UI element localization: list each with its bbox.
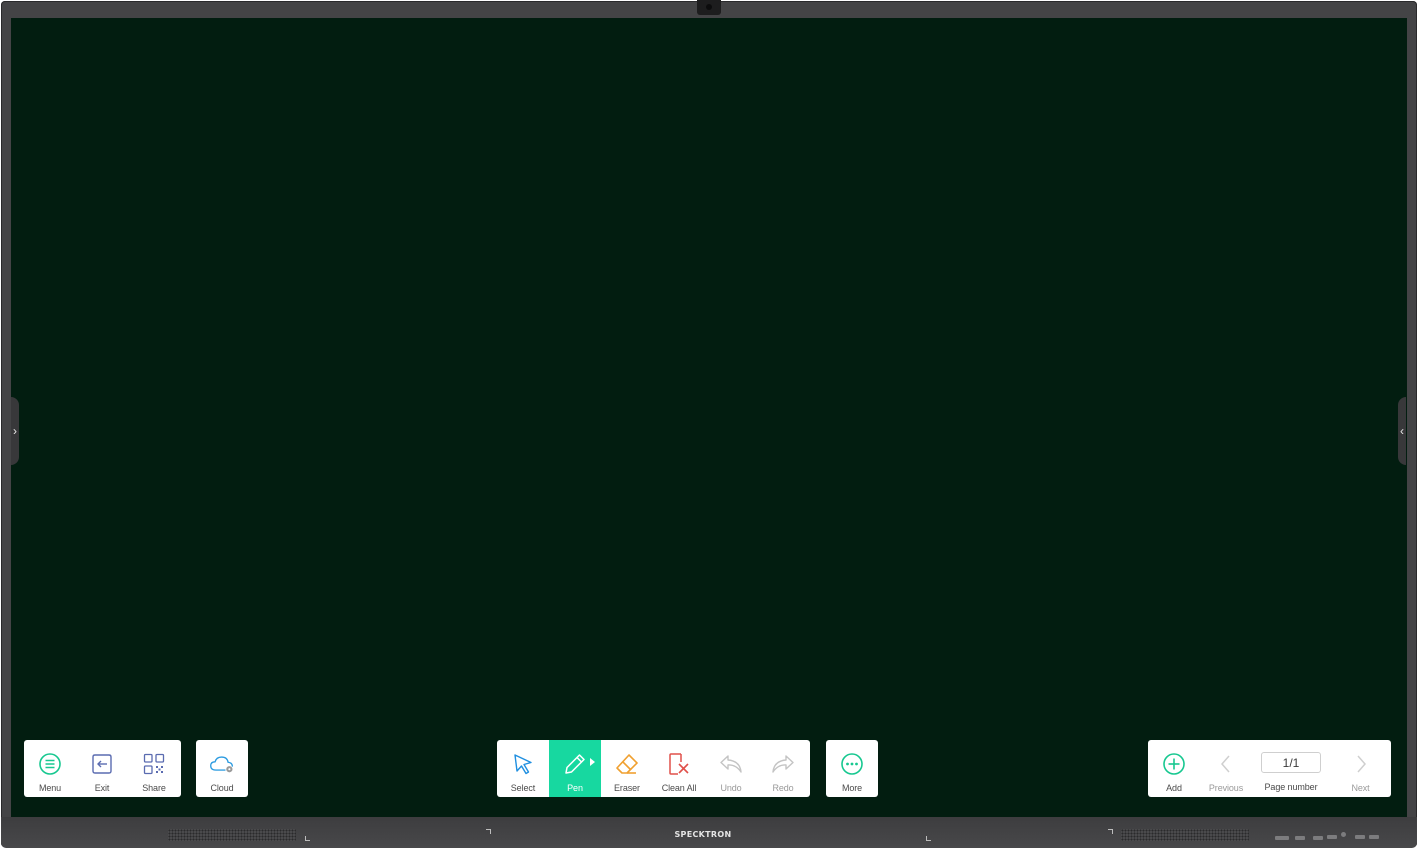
redo-label: Redo bbox=[772, 783, 794, 793]
chevron-right-icon bbox=[1348, 751, 1374, 777]
pen-tool-button[interactable]: Pen bbox=[549, 740, 601, 797]
cloud-toolbar: Cloud bbox=[196, 740, 248, 797]
hdmi-port bbox=[1295, 836, 1305, 840]
undo-icon bbox=[718, 751, 744, 777]
clean-all-label: Clean All bbox=[661, 783, 697, 793]
page-toolbar: Add Previous 1/1 Page number Next bbox=[1148, 740, 1391, 797]
more-toolbar: More bbox=[826, 740, 878, 797]
redo-icon bbox=[770, 751, 796, 777]
share-button[interactable]: Share bbox=[128, 740, 180, 797]
add-icon bbox=[1161, 751, 1187, 777]
menu-button[interactable]: Menu bbox=[24, 740, 76, 797]
cloud-icon bbox=[209, 751, 235, 777]
previous-page-button[interactable]: Previous bbox=[1200, 740, 1252, 797]
whiteboard-canvas[interactable] bbox=[11, 18, 1407, 817]
clean-all-button[interactable]: Clean All bbox=[653, 740, 705, 797]
power-button[interactable] bbox=[1341, 832, 1346, 837]
menu-label: Menu bbox=[38, 783, 62, 793]
usb-port bbox=[1327, 835, 1337, 839]
next-page-button[interactable]: Next bbox=[1330, 740, 1391, 797]
next-label: Next bbox=[1351, 783, 1370, 793]
add-page-button[interactable]: Add bbox=[1148, 740, 1200, 797]
cloud-button[interactable]: Cloud bbox=[196, 740, 248, 797]
select-tool-button[interactable]: Select bbox=[497, 740, 549, 797]
brand-logo: SPECKTRON bbox=[674, 830, 732, 839]
usb-c-port bbox=[1355, 835, 1365, 839]
eraser-tool-button[interactable]: Eraser bbox=[601, 740, 653, 797]
pen-label: Pen bbox=[567, 783, 583, 793]
exit-label: Exit bbox=[94, 783, 110, 793]
bezel-corner-mark bbox=[305, 836, 310, 841]
pen-icon bbox=[562, 751, 588, 777]
bezel-corner-mark bbox=[926, 836, 931, 841]
usb-c-port bbox=[1369, 835, 1379, 839]
more-label: More bbox=[841, 783, 863, 793]
page-number-value: 1/1 bbox=[1261, 752, 1321, 773]
qr-code-icon bbox=[141, 751, 167, 777]
bezel-corner-mark bbox=[486, 829, 491, 834]
eraser-icon bbox=[614, 751, 640, 777]
page-number-button[interactable]: 1/1 Page number bbox=[1252, 740, 1330, 797]
share-label: Share bbox=[142, 783, 166, 793]
chevron-left-icon bbox=[1213, 751, 1239, 777]
cursor-icon bbox=[510, 751, 536, 777]
exit-icon bbox=[89, 751, 115, 777]
menu-icon bbox=[37, 751, 63, 777]
bezel-corner-mark bbox=[1108, 829, 1113, 834]
left-toolbar: Menu Exit Share bbox=[24, 740, 181, 797]
eraser-label: Eraser bbox=[614, 783, 640, 793]
previous-label: Previous bbox=[1208, 783, 1244, 793]
pen-options-arrow-icon[interactable] bbox=[590, 758, 595, 766]
add-label: Add bbox=[1166, 783, 1182, 793]
webcam bbox=[697, 0, 721, 15]
right-speaker-grille bbox=[1121, 829, 1249, 841]
undo-label: Undo bbox=[720, 783, 742, 793]
left-speaker-grille bbox=[168, 829, 296, 841]
exit-button[interactable]: Exit bbox=[76, 740, 128, 797]
clean-all-icon bbox=[666, 751, 692, 777]
drawing-toolbar: Select Pen Eraser Clean All Undo Redo bbox=[497, 740, 810, 797]
redo-button[interactable]: Redo bbox=[757, 740, 809, 797]
page-number-label: Page number bbox=[1264, 782, 1318, 792]
front-ports bbox=[1275, 830, 1381, 844]
more-icon bbox=[839, 751, 865, 777]
cloud-label: Cloud bbox=[210, 783, 234, 793]
more-button[interactable]: More bbox=[826, 740, 878, 797]
undo-button[interactable]: Undo bbox=[705, 740, 757, 797]
usb-port bbox=[1275, 836, 1289, 840]
right-edge-handle[interactable]: ‹ bbox=[1398, 397, 1406, 465]
usb-port bbox=[1313, 836, 1323, 840]
left-edge-handle[interactable]: › bbox=[11, 397, 19, 465]
select-label: Select bbox=[510, 783, 536, 793]
